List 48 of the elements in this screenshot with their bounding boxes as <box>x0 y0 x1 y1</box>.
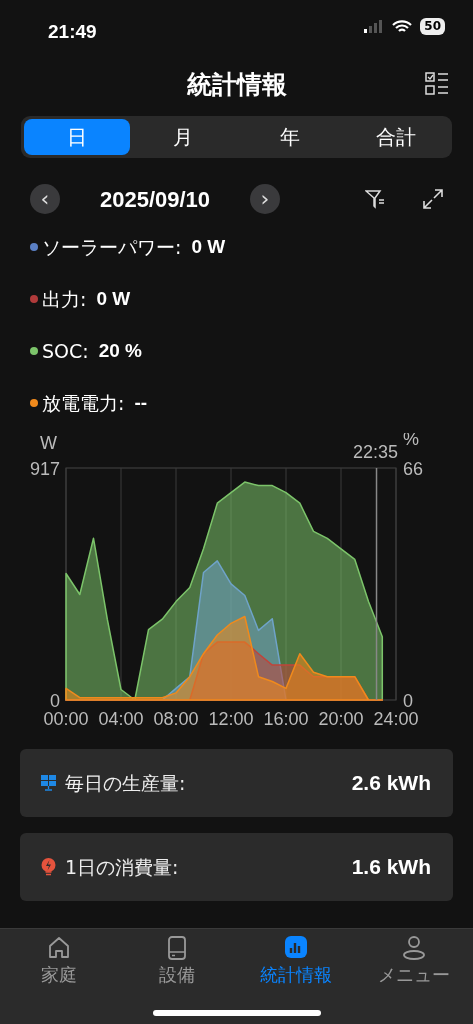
wifi-icon <box>392 19 413 34</box>
status-time: 21:49 <box>48 20 97 44</box>
expand-icon[interactable] <box>423 189 443 209</box>
x-tick-label: 16:00 <box>263 709 309 729</box>
segment-tab[interactable]: 月 <box>130 119 237 155</box>
x-tick-label: 00:00 <box>43 709 89 729</box>
summary-value: 1.6 kWh <box>351 854 431 881</box>
segment-tab[interactable]: 合計 <box>342 119 449 155</box>
signal-icon <box>364 20 385 33</box>
y2-tick-label: 0 <box>403 691 413 711</box>
next-button[interactable]: › <box>250 184 280 214</box>
reading-value: 0 W <box>96 286 131 311</box>
x-tick-label: 12:00 <box>208 709 254 729</box>
y-tick-label: 0 <box>50 691 60 711</box>
tab-bar-item[interactable]: メニュー <box>354 929 473 1024</box>
summary-label: 1日の消費量: <box>65 854 179 880</box>
bar-chart-icon <box>282 935 309 961</box>
page-title: 統計情報 <box>186 69 287 102</box>
battery-indicator: 50 <box>420 18 445 35</box>
summary-value: 2.6 kWh <box>351 770 431 797</box>
x-tick-label: 20:00 <box>318 709 364 729</box>
x-tick-label: 24:00 <box>373 709 419 729</box>
y2-tick-label: 66 <box>403 459 424 479</box>
marker-time: 22:35 <box>352 442 398 462</box>
reading-label: 出力: <box>42 286 87 312</box>
tab-bar-item[interactable]: 家庭 <box>0 929 119 1024</box>
reading-label: 放電電力: <box>42 390 125 416</box>
checklist-icon[interactable] <box>425 72 449 96</box>
date-label: 2025/09/10 <box>98 185 212 214</box>
reading-value: 20 % <box>98 338 142 363</box>
summary-label: 毎日の生産量: <box>65 770 186 796</box>
person-icon <box>400 935 427 961</box>
solar-panel-icon <box>40 774 57 792</box>
reading-label: ソーラーパワー: <box>42 234 182 260</box>
lightbulb-icon <box>40 858 57 876</box>
y-axis-unit: W <box>40 433 57 453</box>
x-tick-label: 08:00 <box>153 709 199 729</box>
segment-tab[interactable]: 日 <box>24 119 131 155</box>
reading-value: -- <box>134 390 148 415</box>
previous-button[interactable]: ‹ <box>30 184 60 214</box>
reading-value: 0 W <box>191 234 226 259</box>
x-tick-label: 04:00 <box>98 709 144 729</box>
y2-axis-unit: % <box>403 433 419 449</box>
tab-bar-item[interactable]: 設備 <box>118 929 237 1024</box>
filter-icon[interactable] <box>365 189 385 209</box>
segment-tab[interactable]: 年 <box>236 119 343 155</box>
y-tick-label: 917 <box>29 459 60 479</box>
reading-label: SOC: <box>42 338 89 364</box>
